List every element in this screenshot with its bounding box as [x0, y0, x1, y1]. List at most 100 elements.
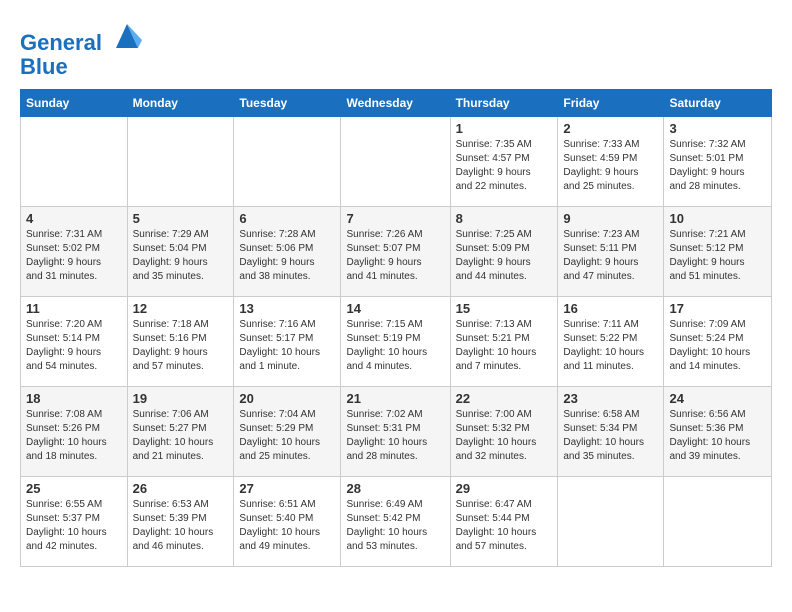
calendar-cell: 18 Sunrise: 7:08 AM Sunset: 5:26 PM Dayli…	[21, 387, 128, 477]
day-number: 7	[346, 211, 444, 226]
day-info: Sunrise: 7:16 AM Sunset: 5:17 PM Dayligh…	[239, 318, 335, 374]
calendar-cell: 24 Sunrise: 6:56 AM Sunset: 5:36 PM Dayli…	[664, 387, 772, 477]
day-number: 16	[563, 301, 658, 316]
weekday-header-row: SundayMondayTuesdayWednesdayThursdayFrid…	[21, 90, 772, 117]
calendar-cell: 21 Sunrise: 7:02 AM Sunset: 5:31 PM Dayli…	[341, 387, 450, 477]
calendar-cell: 7 Sunrise: 7:26 AM Sunset: 5:07 PM Daylig…	[341, 207, 450, 297]
calendar-cell: 29Sunrise: 6:47 AM Sunset: 5:44 PM Dayli…	[450, 477, 558, 567]
calendar-cell: 13 Sunrise: 7:16 AM Sunset: 5:17 PM Dayli…	[234, 297, 341, 387]
day-info: Sunrise: 7:29 AM Sunset: 5:04 PM Dayligh…	[133, 228, 229, 284]
calendar-cell	[664, 477, 772, 567]
day-info: Sunrise: 7:26 AM Sunset: 5:07 PM Dayligh…	[346, 228, 444, 284]
day-info: Sunrise: 7:13 AM Sunset: 5:21 PM Dayligh…	[456, 318, 553, 374]
day-number: 18	[26, 391, 122, 406]
weekday-header-thursday: Thursday	[450, 90, 558, 117]
calendar-cell: 14Sunrise: 7:15 AM Sunset: 5:19 PM Dayli…	[341, 297, 450, 387]
day-info: Sunrise: 7:15 AM Sunset: 5:19 PM Dayligh…	[346, 318, 444, 374]
day-number: 20	[239, 391, 335, 406]
calendar-cell	[341, 117, 450, 207]
day-number: 10	[669, 211, 766, 226]
day-number: 17	[669, 301, 766, 316]
day-info: Sunrise: 6:56 AM Sunset: 5:36 PM Dayligh…	[669, 408, 766, 464]
calendar-cell: 6Sunrise: 7:28 AM Sunset: 5:06 PM Daylig…	[234, 207, 341, 297]
calendar-cell	[21, 117, 128, 207]
day-number: 15	[456, 301, 553, 316]
day-info: Sunrise: 7:02 AM Sunset: 5:31 PM Dayligh…	[346, 408, 444, 464]
calendar-cell: 25 Sunrise: 6:55 AM Sunset: 5:37 PM Dayli…	[21, 477, 128, 567]
day-info: Sunrise: 7:21 AM Sunset: 5:12 PM Dayligh…	[669, 228, 766, 284]
weekday-header-sunday: Sunday	[21, 90, 128, 117]
day-number: 23	[563, 391, 658, 406]
day-info: Sunrise: 7:23 AM Sunset: 5:11 PM Dayligh…	[563, 228, 658, 284]
day-number: 2	[563, 121, 658, 136]
day-number: 22	[456, 391, 553, 406]
day-info: Sunrise: 7:08 AM Sunset: 5:26 PM Dayligh…	[26, 408, 122, 464]
calendar-cell: 19 Sunrise: 7:06 AM Sunset: 5:27 PM Dayli…	[127, 387, 234, 477]
day-info: Sunrise: 7:20 AM Sunset: 5:14 PM Dayligh…	[26, 318, 122, 374]
calendar-cell: 16 Sunrise: 7:11 AM Sunset: 5:22 PM Dayli…	[558, 297, 664, 387]
calendar-cell: 22 Sunrise: 7:00 AM Sunset: 5:32 PM Dayli…	[450, 387, 558, 477]
day-number: 24	[669, 391, 766, 406]
day-number: 21	[346, 391, 444, 406]
day-number: 8	[456, 211, 553, 226]
calendar-cell: 26Sunrise: 6:53 AM Sunset: 5:39 PM Dayli…	[127, 477, 234, 567]
calendar-cell: 3 Sunrise: 7:32 AM Sunset: 5:01 PM Daylig…	[664, 117, 772, 207]
day-number: 11	[26, 301, 122, 316]
weekday-header-wednesday: Wednesday	[341, 90, 450, 117]
weekday-header-tuesday: Tuesday	[234, 90, 341, 117]
day-info: Sunrise: 6:47 AM Sunset: 5:44 PM Dayligh…	[456, 498, 553, 554]
day-number: 28	[346, 481, 444, 496]
day-number: 25	[26, 481, 122, 496]
calendar-week-1: 1 Sunrise: 7:35 AM Sunset: 4:57 PM Daylig…	[21, 117, 772, 207]
calendar-cell: 15 Sunrise: 7:13 AM Sunset: 5:21 PM Dayli…	[450, 297, 558, 387]
day-info: Sunrise: 7:11 AM Sunset: 5:22 PM Dayligh…	[563, 318, 658, 374]
calendar-cell	[558, 477, 664, 567]
calendar-cell: 1 Sunrise: 7:35 AM Sunset: 4:57 PM Daylig…	[450, 117, 558, 207]
day-number: 27	[239, 481, 335, 496]
day-number: 3	[669, 121, 766, 136]
day-info: Sunrise: 7:09 AM Sunset: 5:24 PM Dayligh…	[669, 318, 766, 374]
day-info: Sunrise: 7:32 AM Sunset: 5:01 PM Dayligh…	[669, 138, 766, 194]
day-info: Sunrise: 6:51 AM Sunset: 5:40 PM Dayligh…	[239, 498, 335, 554]
calendar-cell: 10 Sunrise: 7:21 AM Sunset: 5:12 PM Dayli…	[664, 207, 772, 297]
page-header: General Blue	[20, 20, 772, 79]
calendar-cell	[127, 117, 234, 207]
calendar-cell: 4Sunrise: 7:31 AM Sunset: 5:02 PM Daylig…	[21, 207, 128, 297]
day-info: Sunrise: 7:28 AM Sunset: 5:06 PM Dayligh…	[239, 228, 335, 284]
logo-text: General	[20, 20, 142, 55]
day-info: Sunrise: 6:49 AM Sunset: 5:42 PM Dayligh…	[346, 498, 444, 554]
logo-icon	[112, 20, 142, 50]
logo: General Blue	[20, 20, 142, 79]
day-info: Sunrise: 6:58 AM Sunset: 5:34 PM Dayligh…	[563, 408, 658, 464]
weekday-header-saturday: Saturday	[664, 90, 772, 117]
day-number: 19	[133, 391, 229, 406]
day-info: Sunrise: 7:18 AM Sunset: 5:16 PM Dayligh…	[133, 318, 229, 374]
day-number: 13	[239, 301, 335, 316]
logo-general: General	[20, 30, 102, 55]
calendar-week-3: 11 Sunrise: 7:20 AM Sunset: 5:14 PM Dayli…	[21, 297, 772, 387]
calendar-cell: 17 Sunrise: 7:09 AM Sunset: 5:24 PM Dayli…	[664, 297, 772, 387]
day-info: Sunrise: 6:55 AM Sunset: 5:37 PM Dayligh…	[26, 498, 122, 554]
calendar-cell: 20 Sunrise: 7:04 AM Sunset: 5:29 PM Dayli…	[234, 387, 341, 477]
calendar-cell: 27 Sunrise: 6:51 AM Sunset: 5:40 PM Dayli…	[234, 477, 341, 567]
day-info: Sunrise: 7:33 AM Sunset: 4:59 PM Dayligh…	[563, 138, 658, 194]
calendar-week-4: 18 Sunrise: 7:08 AM Sunset: 5:26 PM Dayli…	[21, 387, 772, 477]
calendar-table: SundayMondayTuesdayWednesdayThursdayFrid…	[20, 89, 772, 567]
day-info: Sunrise: 7:04 AM Sunset: 5:29 PM Dayligh…	[239, 408, 335, 464]
day-info: Sunrise: 7:00 AM Sunset: 5:32 PM Dayligh…	[456, 408, 553, 464]
weekday-header-monday: Monday	[127, 90, 234, 117]
calendar-cell	[234, 117, 341, 207]
calendar-cell: 28 Sunrise: 6:49 AM Sunset: 5:42 PM Dayli…	[341, 477, 450, 567]
logo-blue: Blue	[20, 55, 142, 79]
day-info: Sunrise: 7:35 AM Sunset: 4:57 PM Dayligh…	[456, 138, 553, 194]
calendar-week-2: 4Sunrise: 7:31 AM Sunset: 5:02 PM Daylig…	[21, 207, 772, 297]
calendar-cell: 12 Sunrise: 7:18 AM Sunset: 5:16 PM Dayli…	[127, 297, 234, 387]
calendar-cell: 9Sunrise: 7:23 AM Sunset: 5:11 PM Daylig…	[558, 207, 664, 297]
calendar-cell: 11 Sunrise: 7:20 AM Sunset: 5:14 PM Dayli…	[21, 297, 128, 387]
day-info: Sunrise: 7:06 AM Sunset: 5:27 PM Dayligh…	[133, 408, 229, 464]
calendar-cell: 8Sunrise: 7:25 AM Sunset: 5:09 PM Daylig…	[450, 207, 558, 297]
day-number: 1	[456, 121, 553, 136]
calendar-cell: 2 Sunrise: 7:33 AM Sunset: 4:59 PM Daylig…	[558, 117, 664, 207]
day-number: 12	[133, 301, 229, 316]
calendar-cell: 23 Sunrise: 6:58 AM Sunset: 5:34 PM Dayli…	[558, 387, 664, 477]
